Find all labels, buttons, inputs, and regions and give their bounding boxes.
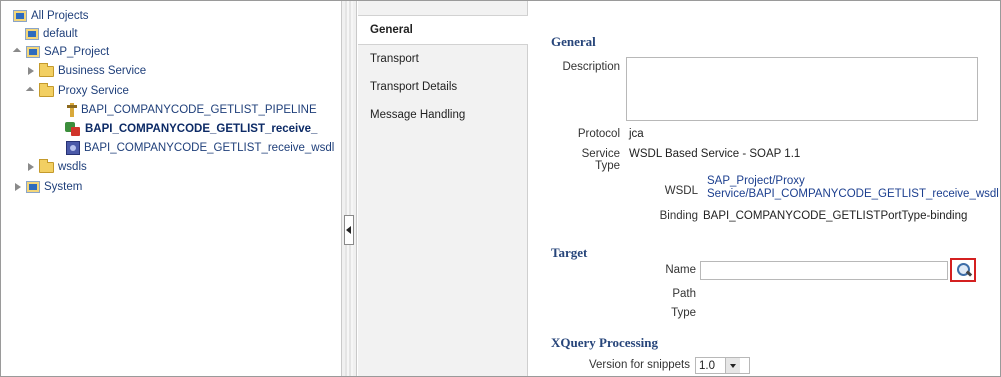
folder-icon bbox=[39, 158, 54, 173]
tree-item-label: SAP_Project bbox=[44, 46, 110, 58]
target-name-label: Name bbox=[665, 264, 696, 276]
target-path-label: Path bbox=[672, 288, 696, 300]
wsdl-link[interactable]: SAP_Project/Proxy Service/BAPI_COMPANYCO… bbox=[707, 175, 999, 201]
version-select-value: 1.0 bbox=[699, 359, 715, 372]
wsdl-link-line-2[interactable]: Service/BAPI_COMPANYCODE_GETLIST_receive… bbox=[707, 188, 999, 201]
project-icon bbox=[26, 46, 40, 58]
collapse-panel-button[interactable] bbox=[344, 215, 354, 245]
search-button[interactable] bbox=[950, 258, 976, 282]
panel-splitter[interactable] bbox=[341, 1, 357, 376]
tree-item-business-service[interactable]: Business Service bbox=[26, 62, 146, 80]
tab-general[interactable]: General bbox=[358, 15, 528, 45]
vertical-tabs: General Transport Transport Details Mess… bbox=[358, 1, 528, 376]
service-type-label-cont: Type bbox=[595, 160, 620, 172]
version-select[interactable]: 1.0 bbox=[695, 357, 750, 374]
tabs-top-band bbox=[358, 1, 527, 15]
tree-item-label: BAPI_COMPANYCODE_GETLIST_PIPELINE bbox=[81, 104, 317, 116]
target-name-input[interactable] bbox=[700, 261, 948, 280]
tab-transport[interactable]: Transport bbox=[358, 45, 527, 73]
expand-arrow-icon[interactable] bbox=[26, 86, 36, 96]
service-type-value: WSDL Based Service - SOAP 1.1 bbox=[629, 148, 801, 160]
tree-item-label: BAPI_COMPANYCODE_GETLIST_receive_wsdl bbox=[84, 142, 335, 154]
project-icon bbox=[13, 10, 27, 22]
pipeline-icon bbox=[67, 103, 77, 117]
splitter-grip[interactable] bbox=[345, 1, 353, 376]
description-textarea[interactable] bbox=[626, 57, 978, 121]
tree-item-wsdls[interactable]: wsdls bbox=[26, 158, 87, 176]
wsdl-icon bbox=[66, 141, 80, 155]
project-icon bbox=[25, 28, 39, 40]
binding-label: Binding bbox=[659, 210, 698, 222]
tree-item-label: System bbox=[44, 181, 83, 193]
collapse-arrow-icon[interactable] bbox=[26, 66, 36, 76]
tree-item-all-projects[interactable]: All Projects bbox=[13, 7, 89, 25]
tree-item-proxy-receive[interactable]: BAPI_COMPANYCODE_GETLIST_receive_ bbox=[65, 120, 317, 138]
wsdl-link-line-1[interactable]: SAP_Project/Proxy bbox=[707, 175, 999, 188]
expand-arrow-icon[interactable] bbox=[13, 47, 23, 57]
tab-transport-details[interactable]: Transport Details bbox=[358, 73, 527, 101]
section-heading-general: General bbox=[551, 34, 596, 49]
folder-icon bbox=[39, 82, 54, 97]
binding-value: BAPI_COMPANYCODE_GETLISTPortType-binding bbox=[703, 210, 968, 222]
folder-icon bbox=[39, 62, 54, 77]
tree-item-label: wsdls bbox=[58, 161, 87, 173]
protocol-label: Protocol bbox=[577, 128, 620, 140]
section-heading-target: Target bbox=[551, 245, 588, 260]
tree-item-system[interactable]: System bbox=[13, 178, 82, 196]
description-label: Description bbox=[562, 61, 620, 73]
tree-item-label: All Projects bbox=[31, 10, 89, 22]
collapse-arrow-icon[interactable] bbox=[26, 162, 36, 172]
tree-item-label: Proxy Service bbox=[58, 85, 129, 97]
wsdl-label: WSDL bbox=[664, 185, 698, 197]
tree-item-label: BAPI_COMPANYCODE_GETLIST_receive_ bbox=[85, 123, 318, 135]
target-type-label: Type bbox=[671, 307, 696, 319]
chevron-down-icon[interactable] bbox=[725, 358, 740, 373]
tree-item-label: Business Service bbox=[58, 65, 147, 77]
search-icon-handle bbox=[965, 270, 973, 277]
collapse-arrow-icon[interactable] bbox=[13, 182, 23, 192]
version-label: Version for snippets bbox=[588, 359, 690, 371]
protocol-value: jca bbox=[629, 128, 644, 140]
tree-item-receive-wsdl[interactable]: BAPI_COMPANYCODE_GETLIST_receive_wsdl bbox=[66, 139, 334, 157]
project-tree[interactable]: All Projects default SAP_Project Busines… bbox=[1, 1, 341, 376]
section-heading-xquery: XQuery Processing bbox=[551, 335, 658, 350]
tree-item-label: default bbox=[43, 28, 78, 40]
tab-message-handling[interactable]: Message Handling bbox=[358, 101, 527, 129]
ide-window: All Projects default SAP_Project Busines… bbox=[0, 0, 1001, 377]
general-panel: General Description Protocol jca Service… bbox=[528, 1, 1000, 376]
proxy-service-icon bbox=[65, 122, 81, 136]
tree-item-proxy-service[interactable]: Proxy Service bbox=[26, 82, 129, 100]
service-type-label: Service bbox=[581, 148, 620, 160]
project-icon bbox=[26, 181, 40, 193]
tree-item-sap-project[interactable]: SAP_Project bbox=[13, 43, 109, 61]
tree-item-pipeline[interactable]: BAPI_COMPANYCODE_GETLIST_PIPELINE bbox=[67, 101, 317, 119]
tree-item-default[interactable]: default bbox=[25, 25, 78, 43]
